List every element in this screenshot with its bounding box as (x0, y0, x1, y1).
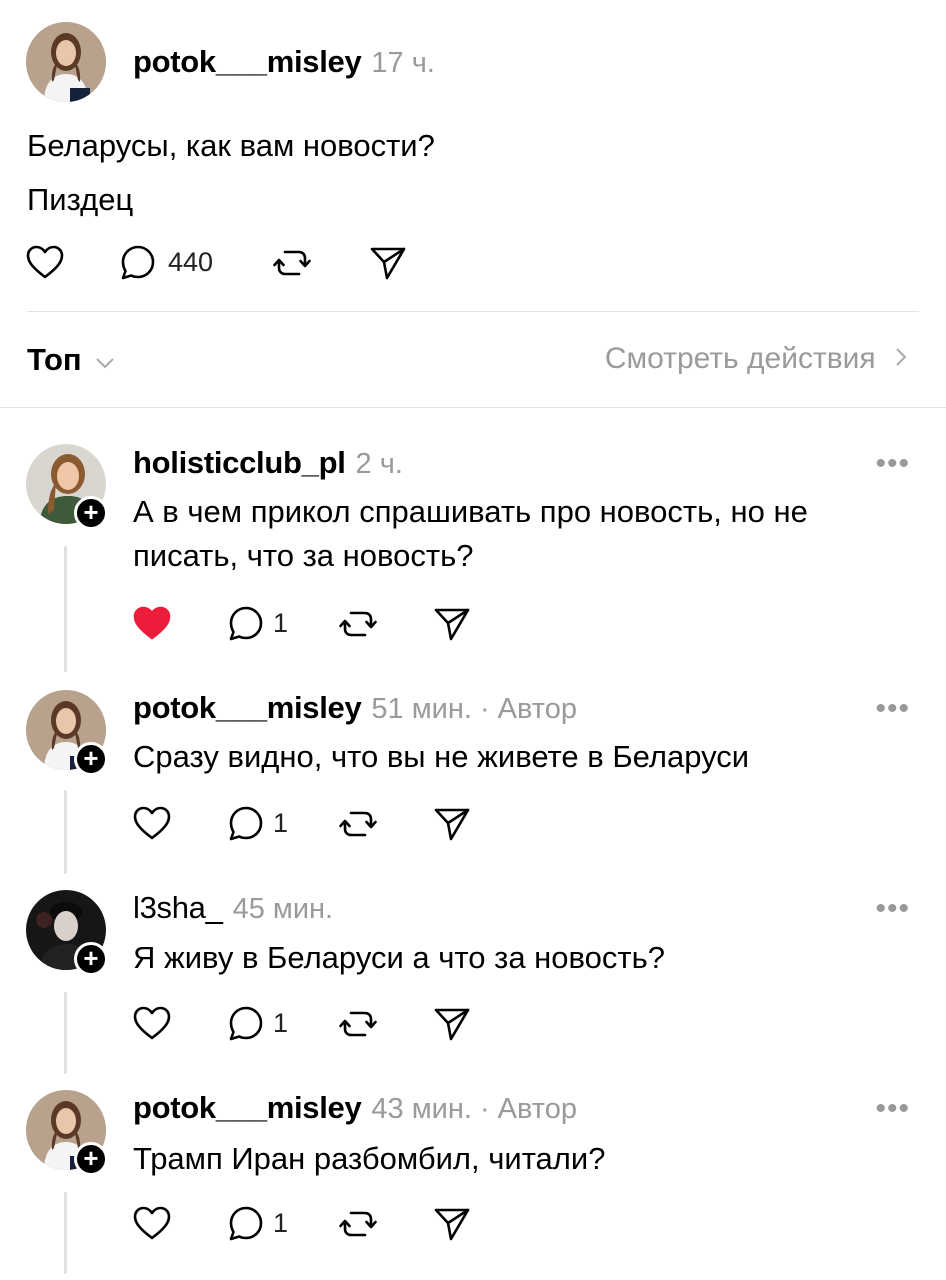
follow-button[interactable]: + (74, 496, 108, 530)
share-icon[interactable] (432, 1004, 472, 1044)
comment-line: Сразу видно, что вы не живете в Беларуси (133, 739, 750, 774)
chevron-right-icon (896, 348, 907, 366)
repost-icon[interactable] (338, 1204, 378, 1244)
comment-body: А в чем прикол спрашивать про новость, н… (133, 490, 808, 578)
comment-meta: potok___misley 43 мин. · Автор (133, 1090, 577, 1126)
thread-line (64, 992, 67, 1074)
more-options-icon[interactable]: ••• (875, 892, 910, 926)
post-meta: potok___misley 17 ч. (133, 44, 435, 80)
divider (0, 407, 946, 408)
share-icon[interactable] (368, 243, 408, 283)
comment-username[interactable]: potok___misley (133, 690, 362, 725)
reply-count: 1 (273, 1008, 289, 1038)
comment-meta: holisticclub_pl 2 ч. (133, 445, 403, 481)
heart-icon[interactable] (132, 1004, 172, 1044)
repost-icon[interactable] (338, 804, 378, 844)
comment-icon[interactable] (118, 243, 158, 283)
view-activity-link[interactable]: Смотреть действия (605, 342, 908, 376)
post-body: Беларусы, как вам новости? Пиздец (27, 124, 435, 222)
follow-button[interactable]: + (74, 742, 108, 776)
more-options-icon[interactable]: ••• (875, 692, 910, 726)
post-username[interactable]: potok___misley (133, 44, 362, 79)
thread-line (64, 1192, 67, 1274)
comment-line: Я живу в Беларуси а что за новость? (133, 940, 665, 975)
comment-meta: potok___misley 51 мин. · Автор (133, 690, 577, 726)
heart-icon[interactable] (25, 243, 65, 283)
comment-username[interactable]: holisticclub_pl (133, 445, 346, 480)
more-options-icon[interactable]: ••• (875, 1092, 910, 1126)
comment-body: Сразу видно, что вы не живете в Беларуси (133, 735, 749, 779)
follow-button[interactable]: + (74, 1142, 108, 1176)
comment-line: Трамп Иран разбомбил, читали? (133, 1141, 606, 1176)
follow-button[interactable]: + (74, 942, 108, 976)
thread-line (64, 790, 67, 874)
comment-icon[interactable] (226, 1204, 266, 1244)
heart-icon[interactable] (132, 604, 172, 644)
comment-body: Трамп Иран разбомбил, читали? (133, 1137, 605, 1181)
comment-meta: l3sha_ 45 мин. (133, 890, 333, 926)
post-time: 17 ч. (371, 47, 435, 79)
reply-count: 1 (273, 1208, 289, 1238)
comment-time: 2 ч. (355, 448, 403, 480)
comment-username[interactable]: l3sha_ (133, 890, 223, 925)
sort-label: Топ (27, 342, 82, 377)
reply-count: 1 (273, 808, 289, 838)
comment-icon[interactable] (226, 604, 266, 644)
comment-body: Я живу в Беларуси а что за новость? (133, 936, 665, 980)
repost-icon[interactable] (272, 243, 312, 283)
heart-icon[interactable] (132, 804, 172, 844)
avatar[interactable] (26, 22, 106, 102)
heart-icon[interactable] (132, 1204, 172, 1244)
view-activity-label: Смотреть действия (604, 342, 876, 375)
post-line: Пиздец (27, 182, 134, 217)
comment-username[interactable]: potok___misley (133, 1090, 362, 1125)
comment-time: 45 мин. (232, 893, 334, 925)
share-icon[interactable] (432, 804, 472, 844)
chevron-down-icon (96, 358, 114, 369)
comment-time: 43 мин. (371, 1093, 472, 1125)
share-icon[interactable] (432, 1204, 472, 1244)
reply-count: 440 (168, 247, 214, 277)
more-options-icon[interactable]: ••• (875, 447, 910, 481)
comment-icon[interactable] (226, 1004, 266, 1044)
comment-icon[interactable] (226, 804, 266, 844)
comment-line: А в чем прикол спрашивать про новость, н… (133, 494, 808, 529)
sort-dropdown[interactable]: Топ (27, 342, 116, 378)
comment-line: писать, что за новость? (133, 538, 474, 573)
author-tag: · Автор (479, 1093, 577, 1125)
repost-icon[interactable] (338, 1004, 378, 1044)
share-icon[interactable] (432, 604, 472, 644)
comment-time: 51 мин. (371, 693, 472, 725)
divider (27, 311, 919, 312)
post-line: Беларусы, как вам новости? (27, 128, 435, 163)
repost-icon[interactable] (338, 604, 378, 644)
author-tag: · Автор (479, 693, 577, 725)
thread-line (64, 546, 67, 672)
reply-count: 1 (273, 608, 289, 638)
